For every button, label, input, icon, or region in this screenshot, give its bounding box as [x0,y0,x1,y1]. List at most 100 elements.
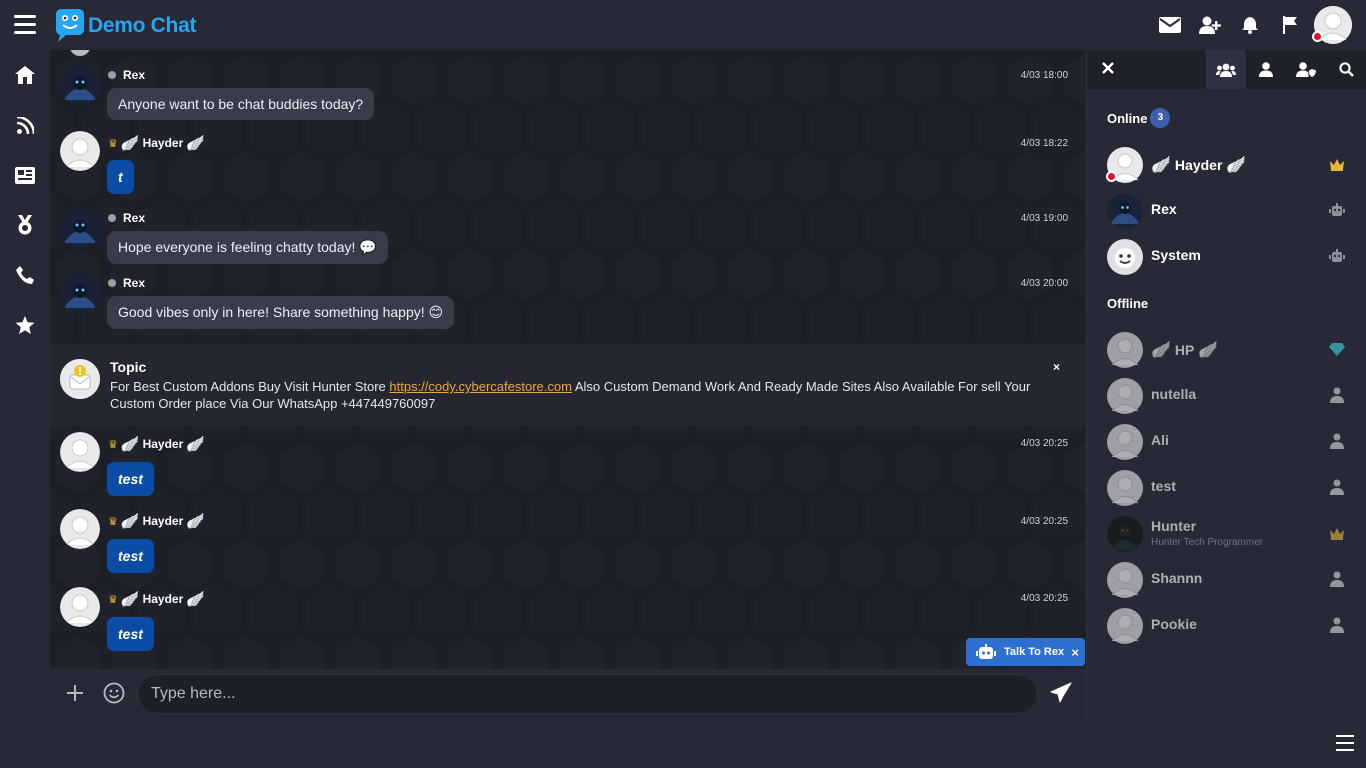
user-icon [1330,571,1344,587]
avatar-rex[interactable] [60,274,100,314]
bottom-bar [0,718,1366,768]
talk-to-rex-button[interactable]: Talk To Rex × [966,638,1085,666]
username: test [1151,478,1176,494]
flag-icon[interactable] [1270,6,1310,44]
user-mood: Hunter Tech Programmer [1151,537,1264,548]
user-list-item[interactable]: nutella [1087,374,1366,418]
wing-left-icon: 🪽 [120,591,140,608]
user-list-item[interactable]: test [1087,466,1366,510]
menu-icon[interactable] [1336,735,1354,751]
status-dot [1312,31,1323,42]
user-list-item[interactable]: Ali [1087,420,1366,464]
user-list-item[interactable]: Rex [1087,189,1366,233]
crown-icon: ♛ [108,593,118,606]
username: Shannn [1151,570,1203,586]
menu-icon[interactable] [14,15,36,35]
home-icon[interactable] [0,50,50,100]
user-list-item[interactable]: Pookie [1087,604,1366,648]
bell-icon[interactable] [1230,6,1270,44]
avatar-hayder[interactable] [60,509,100,549]
user-icon [1330,387,1344,403]
message-bubble: test [107,539,154,573]
tab-friends[interactable] [1246,50,1286,89]
username: Ali [1151,432,1169,448]
status-dot [1106,171,1117,182]
users-icon [1216,63,1236,77]
bot-badge-icon [108,71,116,79]
avatar-hayder[interactable] [60,131,100,171]
user-list-panel: Online 3 🪽 Hayder 🪽 Rex System Offline 🪽… [1086,50,1366,718]
message-username[interactable]: Rex [108,68,145,82]
wing-right-icon: 🪽 [1226,157,1247,174]
message-username[interactable]: Rex [108,211,145,225]
message-bubble: t [107,160,134,194]
message-bubble: Anyone want to be chat buddies today? [107,88,375,120]
message-input[interactable] [137,674,1038,714]
topic-link[interactable]: https://cody.cybercafestore.com [389,379,572,394]
message-bubble: test [107,617,154,651]
user-list-item[interactable]: Hunter Hunter Tech Programmer [1087,512,1366,556]
avatar [1107,562,1143,598]
message-time: 4/03 20:00 [1020,278,1068,289]
avatar [1107,239,1143,275]
avatar [1107,516,1143,552]
message-bubble: Good vibes only in here! Share something… [107,296,455,329]
phone-icon[interactable] [0,250,50,300]
wing-left-icon: 🪽 [120,436,140,453]
message-time: 4/03 20:25 [1020,593,1068,604]
rss-feed-icon[interactable] [0,100,50,150]
tab-staff[interactable] [1286,50,1326,89]
envelope-icon[interactable] [1150,6,1190,44]
message-username[interactable]: Rex [108,276,145,290]
message-time: 4/03 20:25 [1020,438,1068,449]
topic-title: Topic [110,359,147,375]
close-icon[interactable] [1101,61,1115,75]
avatar-rex[interactable] [60,209,100,249]
avatar [1107,378,1143,414]
wing-right-icon: 🪽 [186,513,205,530]
tab-search[interactable] [1326,50,1366,89]
message-input-bar [50,669,1086,718]
star-icon[interactable] [0,300,50,350]
message-username[interactable]: ♛ 🪽 Hayder 🪽 [108,134,205,152]
message-username[interactable]: ♛ 🪽 Hayder 🪽 [108,590,205,608]
user-icon [1259,62,1273,77]
wing-right-icon: 🪽 [186,436,205,453]
robot-icon [976,644,996,659]
emoji-icon[interactable] [103,682,125,704]
message-username[interactable]: ♛ 🪽 Hayder 🪽 [108,435,205,453]
avatar-hayder[interactable] [60,432,100,472]
panel-tabs [1087,50,1366,89]
diamond-icon [1329,343,1345,356]
avatar-rex[interactable] [60,66,100,106]
user-list-item[interactable]: Shannn [1087,558,1366,602]
wing-right-icon: 🪽 [186,591,205,608]
topic-text: For Best Custom Addons Buy Visit Hunter … [110,379,1031,411]
topic-close-button[interactable]: × [1053,360,1060,374]
user-list-item[interactable]: System [1087,235,1366,279]
wing-left-icon: 🪽 [120,135,140,152]
chat-area: Rex 4/03 18:00 Anyone want to be chat bu… [50,50,1086,669]
message-username[interactable]: ♛ 🪽 Hayder 🪽 [108,512,205,530]
topic-icon [60,359,100,399]
add-friend-icon[interactable] [1190,6,1230,44]
tab-users[interactable] [1206,50,1246,89]
medal-icon[interactable] [0,200,50,250]
message-time: 4/03 18:22 [1020,138,1068,149]
wing-left-icon: 🪽 [1151,342,1171,359]
wing-right-icon: 🪽 [186,135,205,152]
user-avatar[interactable] [1312,6,1352,44]
avatar-hayder[interactable] [60,587,100,627]
user-list-item[interactable]: 🪽 HP 🪽 [1087,328,1366,372]
plus-icon[interactable] [64,682,86,704]
avatar [1107,470,1143,506]
talk-to-rex-close[interactable]: × [1071,645,1079,660]
robot-icon [1329,203,1345,216]
crown-icon: ♛ [108,137,118,150]
user-list-item[interactable]: 🪽 Hayder 🪽 [1087,143,1366,187]
top-bar: Demo Chat [0,0,1366,50]
message-time: 4/03 19:00 [1020,213,1068,224]
send-icon[interactable] [1050,682,1072,704]
avatar [1107,608,1143,644]
news-icon[interactable] [0,150,50,200]
